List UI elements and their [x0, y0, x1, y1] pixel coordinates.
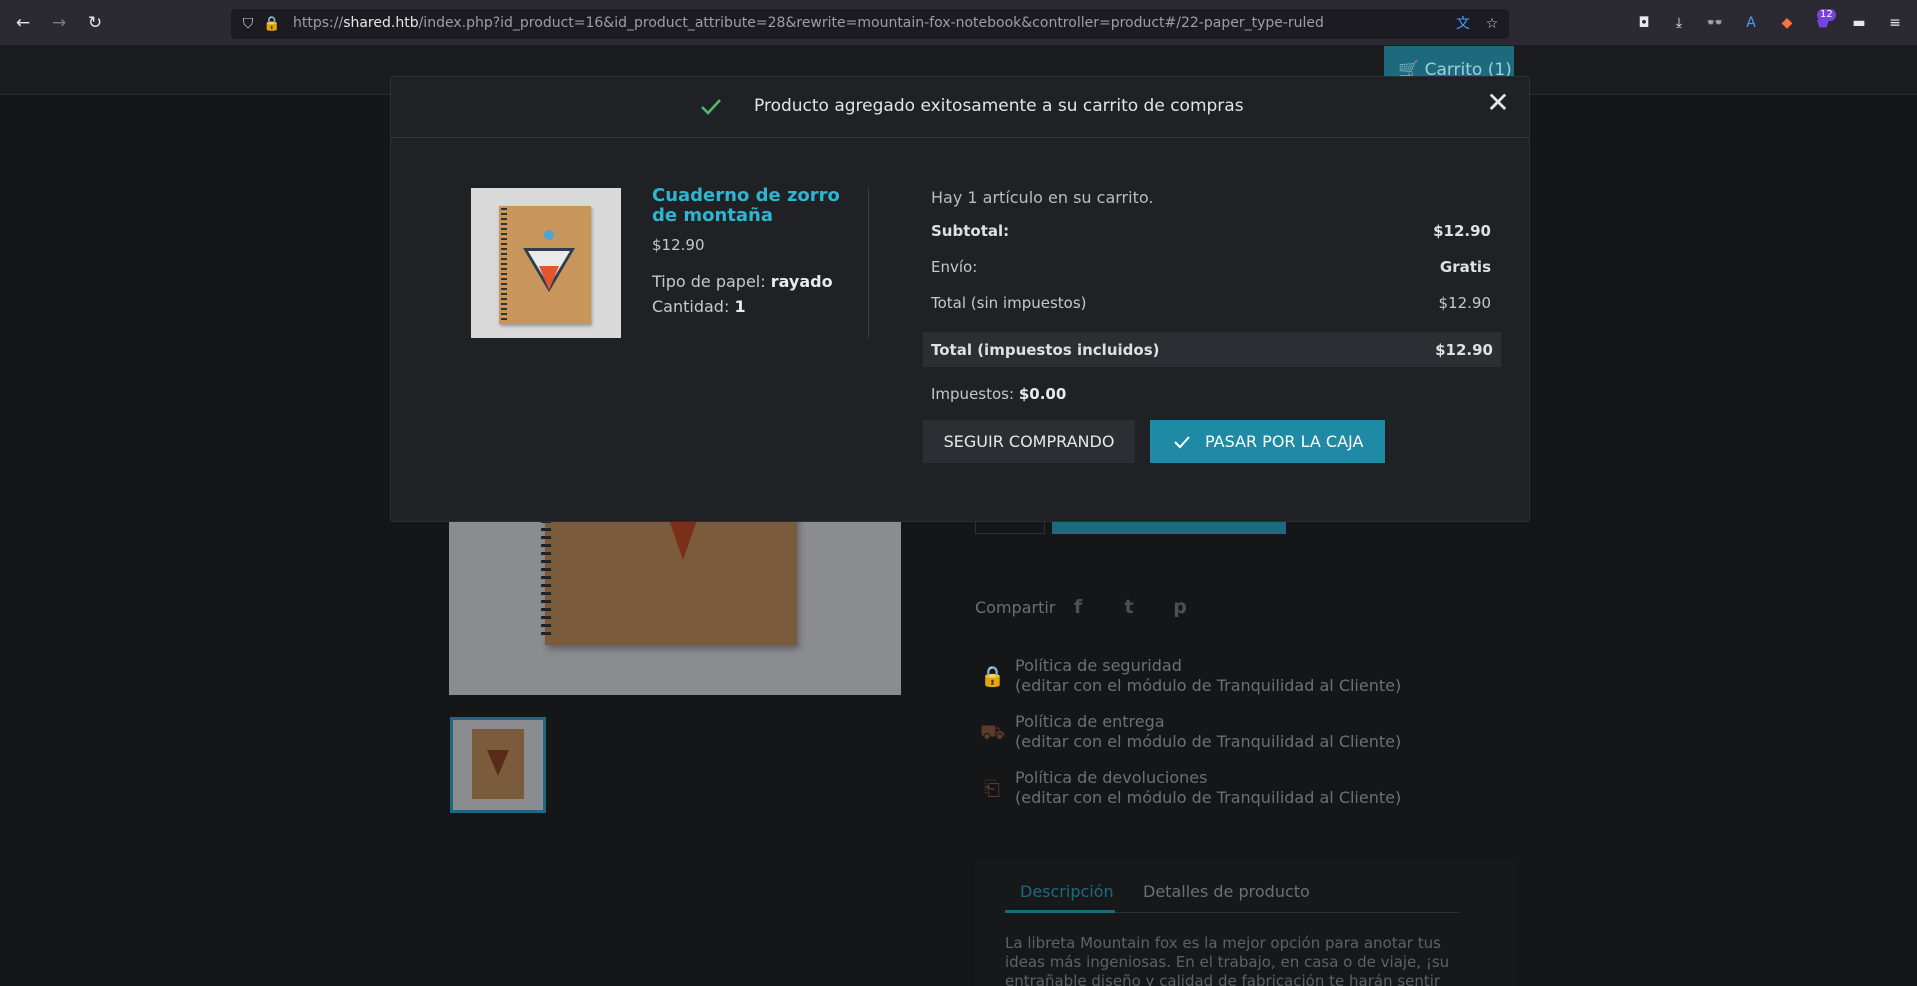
- extension-hat-icon[interactable]: ▬: [1849, 13, 1869, 33]
- extension-glasses-icon[interactable]: 👓: [1705, 13, 1725, 33]
- modal-product-name: Cuaderno de zorro de montaña: [652, 185, 840, 226]
- forward-icon[interactable]: →: [48, 12, 70, 34]
- download-icon[interactable]: ⤓: [1669, 13, 1689, 33]
- shipping-row: Envío: Gratis: [931, 254, 1491, 282]
- continue-shopping-button[interactable]: SEGUIR COMPRANDO: [923, 420, 1135, 463]
- bookmark-star-icon[interactable]: ☆: [1483, 15, 1501, 33]
- notebook-spiral: [501, 208, 507, 320]
- policy-title: Política de devoluciones: [1015, 768, 1208, 787]
- paper-label: Tipo de papel:: [652, 272, 766, 291]
- modal-product-paper: Tipo de papel: rayado: [652, 272, 833, 291]
- back-icon[interactable]: ←: [12, 12, 34, 34]
- extension-fox-icon[interactable]: ◆: [1777, 13, 1797, 33]
- subtotal-value: $12.90: [1433, 222, 1491, 240]
- checkout-button[interactable]: PASAR POR LA CAJA: [1150, 420, 1385, 463]
- pocket-icon[interactable]: ◘: [1634, 13, 1654, 33]
- notebook-spiral: [541, 520, 551, 640]
- pinterest-icon[interactable]: p: [1165, 592, 1195, 622]
- modal-product-quantity: Cantidad: 1: [652, 297, 746, 316]
- taxes-value: $0.00: [1018, 385, 1067, 403]
- policy-subtitle: (editar con el módulo de Tranquilidad al…: [1015, 788, 1402, 807]
- product-thumbnail[interactable]: [450, 717, 546, 813]
- url-text[interactable]: https://shared.htb/index.php?id_product=…: [293, 15, 1324, 31]
- product-tabs: Descripción Detalles de producto La libr…: [975, 860, 1515, 986]
- policy-title: Política de seguridad: [1015, 656, 1182, 675]
- active-tab-indicator: [1005, 910, 1115, 913]
- reload-icon[interactable]: ↻: [84, 12, 106, 34]
- taxes-row: Impuestos: $0.00: [931, 385, 1066, 403]
- product-description: La libreta Mountain fox es la mejor opci…: [1005, 934, 1450, 986]
- shipping-label: Envío:: [931, 258, 978, 276]
- browser-toolbar: ← → ↻ ⛉ 🔒 https://shared.htb/index.php?i…: [0, 0, 1917, 46]
- subtotal-label: Subtotal:: [931, 222, 1010, 240]
- product-main-image[interactable]: [449, 510, 901, 695]
- modal-divider: [868, 188, 869, 338]
- total-ex-tax-row: Total (sin impuestos) $12.90: [931, 290, 1491, 318]
- share-label: Compartir: [975, 598, 1056, 617]
- twitter-icon[interactable]: t: [1114, 592, 1144, 622]
- policy-security: Política de seguridad (editar con el mód…: [1015, 656, 1401, 696]
- quantity-label: Cantidad:: [652, 297, 730, 316]
- return-box-icon: ⎗: [984, 776, 1000, 800]
- modal-product-price: $12.90: [652, 236, 705, 254]
- modal-title: Producto agregado exitosamente a su carr…: [754, 96, 1244, 116]
- quantity-value: 1: [734, 297, 746, 316]
- close-icon[interactable]: ✕: [1485, 89, 1511, 117]
- policy-title: Política de entrega: [1015, 712, 1165, 731]
- facebook-icon[interactable]: f: [1063, 592, 1093, 622]
- notebook-cover: [545, 510, 797, 645]
- cart-count-text: Hay 1 artículo en su carrito.: [931, 188, 1154, 207]
- total-inc-tax-row: Total (impuestos incluidos) $12.90: [923, 332, 1501, 367]
- subtotal-row: Subtotal: $12.90: [931, 218, 1491, 246]
- modal-product-image: [471, 188, 621, 338]
- cover-dot: [544, 230, 554, 240]
- lock-warning-icon[interactable]: 🔒: [263, 15, 281, 33]
- paper-value: rayado: [770, 272, 833, 291]
- shipping-value: Gratis: [1439, 258, 1491, 276]
- tab-description[interactable]: Descripción: [1020, 882, 1114, 901]
- extension-translate-icon[interactable]: A: [1741, 13, 1761, 33]
- total-ex-tax-label: Total (sin impuestos): [931, 294, 1087, 312]
- menu-icon[interactable]: ≡: [1885, 13, 1905, 33]
- policy-subtitle: (editar con el módulo de Tranquilidad al…: [1015, 732, 1402, 751]
- translate-icon[interactable]: 文: [1454, 15, 1472, 33]
- total-inc-tax-value: $12.90: [1435, 341, 1493, 359]
- modal-header: Producto agregado exitosamente a su carr…: [391, 77, 1529, 138]
- tab-product-details[interactable]: Detalles de producto: [1143, 882, 1310, 901]
- taxes-label: Impuestos:: [931, 385, 1015, 403]
- address-bar[interactable]: ⛉ 🔒 https://shared.htb/index.php?id_prod…: [231, 9, 1509, 39]
- lock-icon: 🔒: [980, 664, 1005, 688]
- policy-subtitle: (editar con el módulo de Tranquilidad al…: [1015, 676, 1402, 695]
- total-inc-tax-label: Total (impuestos incluidos): [931, 341, 1160, 359]
- truck-icon: ⛟: [980, 720, 1006, 744]
- add-to-cart-modal: Producto agregado exitosamente a su carr…: [390, 76, 1530, 522]
- total-ex-tax-value: $12.90: [1438, 294, 1492, 312]
- policy-returns: Política de devoluciones (editar con el …: [1015, 768, 1401, 808]
- checkout-label: PASAR POR LA CAJA: [1205, 432, 1364, 451]
- shield-icon[interactable]: ⛉: [239, 15, 257, 33]
- check-icon: [701, 99, 721, 115]
- policy-delivery: Política de entrega (editar con el módul…: [1015, 712, 1401, 752]
- extension-badge: 12: [1817, 9, 1836, 21]
- check-icon: [1174, 436, 1190, 449]
